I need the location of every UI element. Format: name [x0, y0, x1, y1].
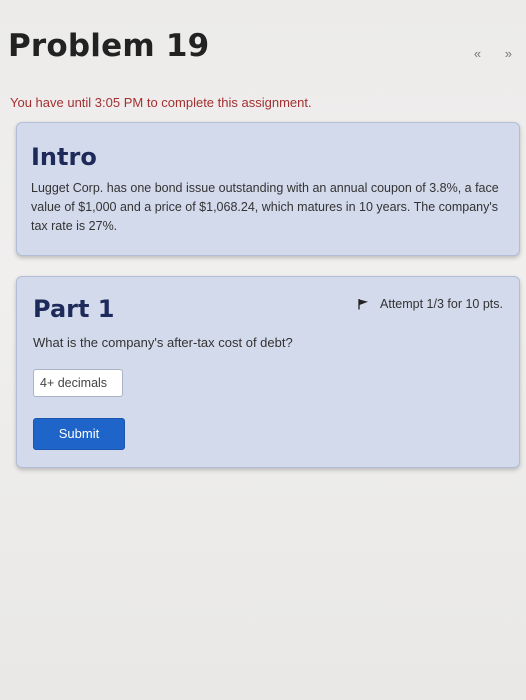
- attempt-info: Attempt 1/3 for 10 pts.: [358, 297, 503, 311]
- nav-arrows-icon[interactable]: « »: [474, 46, 522, 61]
- intro-title: Intro: [31, 143, 97, 171]
- answer-input[interactable]: [33, 369, 123, 397]
- intro-text: Lugget Corp. has one bond issue outstand…: [31, 181, 499, 233]
- part-card: Part 1 Attempt 1/3 for 10 pts. What is t…: [16, 276, 520, 468]
- deadline-notice: You have until 3:05 PM to complete this …: [10, 95, 312, 110]
- attempt-text: Attempt 1/3 for 10 pts.: [380, 297, 503, 311]
- question-text: What is the company's after-tax cost of …: [33, 335, 293, 350]
- part-title: Part 1: [33, 295, 115, 323]
- page-title: Problem 19: [8, 28, 210, 64]
- flag-icon: [358, 299, 369, 310]
- intro-card: Intro Lugget Corp. has one bond issue ou…: [16, 122, 520, 256]
- submit-button[interactable]: Submit: [33, 418, 125, 450]
